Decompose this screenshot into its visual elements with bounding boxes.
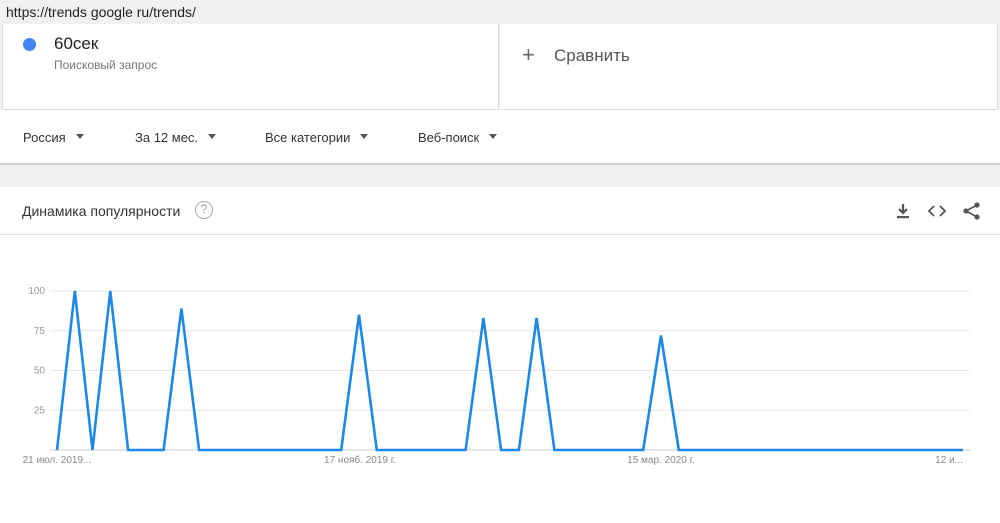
compare-button[interactable]: + Сравнить [500, 24, 998, 110]
caret-down-icon [360, 134, 369, 140]
x-tick-label: 15 мар. 2020 г. [627, 455, 695, 466]
caret-down-icon [208, 134, 217, 140]
y-tick-label: 100 [28, 286, 45, 297]
address-bar[interactable]: https://trends google ru/trends/ [0, 0, 1000, 24]
search-type-dropdown[interactable]: Веб-поиск [418, 130, 498, 145]
plus-icon: + [522, 42, 535, 67]
chart-title: Динамика популярности [22, 203, 181, 219]
interest-over-time-card: Динамика популярности ? 25 50 75 100 21 июл.… [0, 187, 1000, 523]
caret-down-icon [75, 134, 84, 140]
region-dropdown[interactable]: Россия [23, 130, 84, 145]
search-term-card[interactable]: 60сек Поисковый запрос [2, 24, 499, 110]
chart-header: Динамика популярности ? [0, 187, 1000, 235]
interest-line-chart[interactable]: 25 50 75 100 21 июл. 2019... 17 нояб. 2019 г.… [0, 235, 1000, 523]
term-type-label: Поисковый запрос [54, 58, 158, 72]
category-dropdown[interactable]: Все категории [265, 130, 369, 145]
time-range-label: За 12 мес. [135, 130, 199, 145]
embed-icon[interactable] [927, 201, 947, 221]
term-color-dot [23, 38, 36, 51]
term-name[interactable]: 60сек [54, 34, 98, 54]
y-tick-label: 25 [34, 405, 46, 416]
search-terms-row: 60сек Поисковый запрос + Сравнить [0, 24, 1000, 110]
compare-label: Сравнить [554, 46, 630, 65]
region-label: Россия [23, 130, 66, 145]
x-tick-label: 17 нояб. 2019 г. [324, 454, 396, 466]
share-icon[interactable] [962, 201, 982, 221]
time-range-dropdown[interactable]: За 12 мес. [135, 130, 217, 145]
caret-down-icon [489, 134, 498, 140]
download-icon[interactable] [893, 201, 913, 221]
x-tick-label: 21 июл. 2019... [23, 455, 92, 466]
help-icon[interactable]: ? [195, 201, 213, 219]
y-tick-label: 50 [34, 366, 46, 377]
y-tick-label: 75 [34, 326, 46, 337]
search-type-label: Веб-поиск [418, 130, 480, 145]
filters-bar: Россия За 12 мес. Все категории Веб-поис… [0, 110, 1000, 165]
x-tick-label: 12 и... [935, 455, 963, 466]
category-label: Все категории [265, 130, 351, 145]
